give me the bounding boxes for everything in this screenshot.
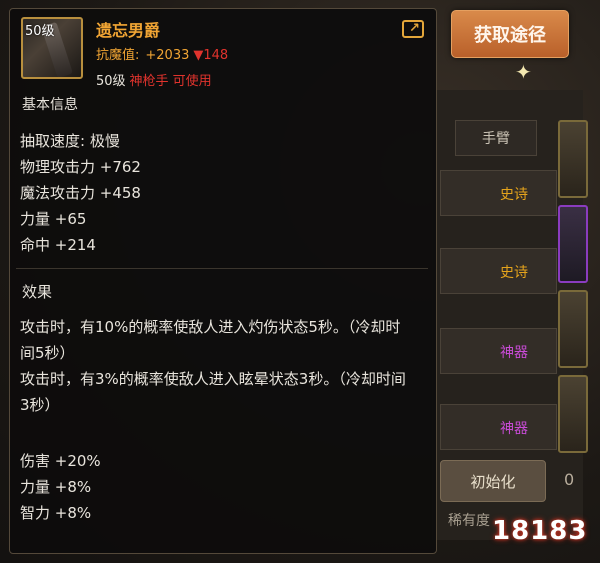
stat-line: 力量 +65 (20, 210, 87, 228)
watermark-logo: 18183 (492, 516, 588, 546)
divider (16, 268, 428, 269)
rarity-artifact: 神器 (500, 345, 528, 361)
share-icon[interactable]: ↗ (402, 20, 424, 38)
item-tooltip (9, 8, 437, 554)
item-icon-level: 50级 (25, 24, 55, 39)
stat-line: 魔法攻击力 +458 (20, 184, 141, 202)
item-icon: 50级 (21, 17, 83, 79)
requirement-row: 50级 神枪手 可使用 (96, 70, 212, 89)
effects-title: 效果 (22, 283, 53, 301)
effect-text: 攻击时，有10%的概率使敌人进入灼伤状态5秒。（冷却时间5秒） (20, 318, 401, 362)
stat-line: 命中 +214 (20, 236, 96, 254)
list-item[interactable] (440, 248, 557, 294)
initialize-button[interactable]: 初始化 (440, 460, 546, 502)
tab-arm[interactable]: 手臂 (455, 120, 537, 156)
item-name: 遗忘男爵 (96, 21, 161, 40)
rarity-footer-label: 稀有度 (448, 513, 490, 529)
level-partial: 0 (564, 470, 575, 489)
equipment-thumbnail[interactable] (558, 290, 588, 368)
magic-resist-diff: ▼148 (193, 48, 229, 63)
list-item[interactable] (440, 170, 557, 216)
required-level: 50级 (96, 74, 126, 89)
rarity-epic: 史诗 (500, 265, 528, 281)
magic-resist-row: 抗魔值: +2033 ▼148 (96, 44, 228, 63)
obtain-route-button[interactable]: 获取途径 (451, 10, 569, 58)
rarity-epic: 史诗 (500, 187, 528, 203)
list-item[interactable] (440, 328, 557, 374)
equipment-thumbnail[interactable] (558, 375, 588, 453)
sparkle-icon: ✦ (515, 60, 532, 84)
stat-line: 抽取速度: 极慢 (20, 132, 120, 150)
stat-line: 物理攻击力 +762 (20, 158, 141, 176)
equipment-thumbnail[interactable] (558, 120, 588, 198)
required-class: 神枪手 可使用 (129, 74, 212, 89)
bonus-line: 伤害 +20% (20, 452, 101, 470)
basic-info-title: 基本信息 (22, 97, 78, 113)
magic-resist-label: 抗魔值: (96, 48, 140, 63)
equipment-thumbnail[interactable] (558, 205, 588, 283)
magic-resist-value: +2033 (145, 48, 190, 63)
rarity-artifact: 神器 (500, 421, 528, 437)
list-item[interactable] (440, 404, 557, 450)
bonus-line: 智力 +8% (20, 504, 92, 522)
bonus-line: 力量 +8% (20, 478, 92, 496)
effect-text: 攻击时，有3%的概率使敌人进入眩晕状态3秒。（冷却时间3秒） (20, 370, 406, 414)
